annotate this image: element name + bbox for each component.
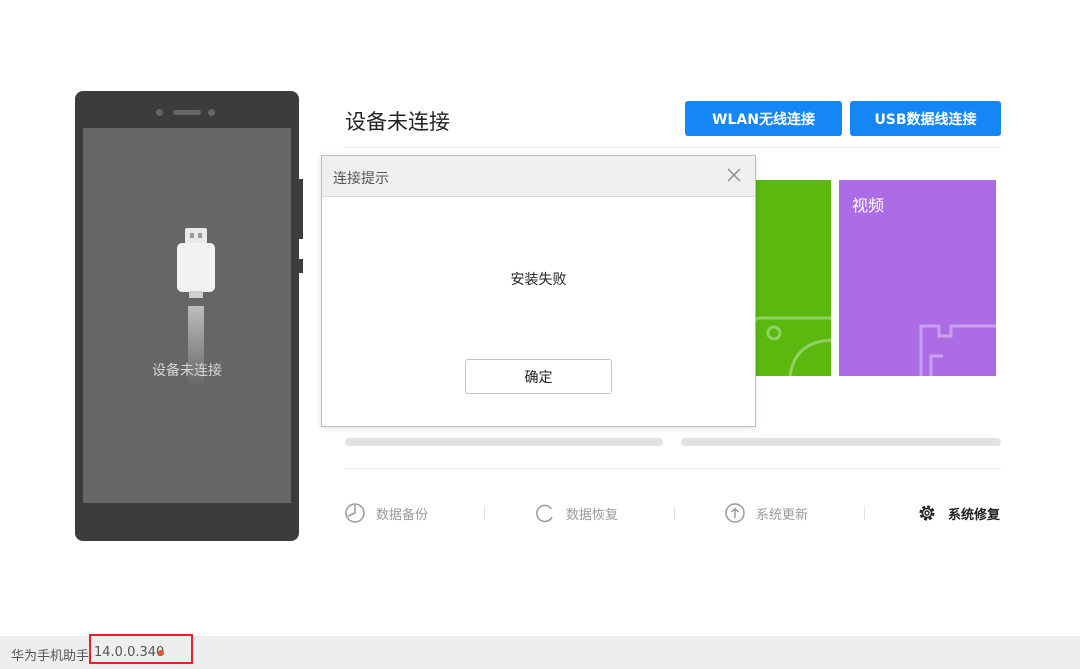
usb-connect-button[interactable]: USB数据线连接 — [850, 101, 1001, 136]
loading-placeholder-bar — [681, 438, 1001, 446]
phone-illustration: 设备未连接 — [75, 91, 303, 541]
phone-status-text: 设备未连接 — [152, 363, 222, 379]
system-repair-action[interactable]: 系统修复 — [916, 500, 1000, 526]
phone-power-button — [299, 259, 303, 273]
dialog-ok-button[interactable]: 确定 — [465, 359, 612, 394]
close-icon[interactable] — [725, 166, 743, 184]
video-decoration-icon — [919, 324, 996, 376]
dialog-message: 安装失败 — [510, 272, 567, 288]
refresh-circle-icon — [536, 504, 553, 523]
phone-volume-button — [299, 179, 303, 239]
section-divider — [345, 468, 1001, 469]
app-name: 华为手机助手 — [11, 649, 90, 664]
page-title: 设备未连接 — [345, 110, 450, 134]
data-backup-label: 数据备份 — [376, 507, 429, 523]
usb-plug-icon — [177, 228, 215, 298]
system-update-label: 系统更新 — [756, 507, 809, 523]
loading-placeholder-bar — [345, 438, 663, 446]
action-separator — [674, 506, 675, 520]
data-restore-action[interactable]: 数据恢复 — [534, 500, 618, 526]
data-backup-action[interactable]: 数据备份 — [344, 500, 428, 526]
system-update-action[interactable]: 系统更新 — [724, 500, 808, 526]
phone-sensor — [156, 109, 163, 116]
arrow-up-circle-icon — [725, 503, 745, 523]
header-divider — [345, 147, 1001, 148]
app-version: 14.0.0.340 — [94, 645, 165, 660]
phone-camera — [208, 109, 215, 116]
huawei-hisuite-window: 设备未连接 设备未连接 WLAN无线连接 USB数据线连接 视频 数据备份 数据… — [0, 0, 1080, 669]
system-repair-label: 系统修复 — [948, 507, 1001, 523]
dialog-header: 连接提示 — [322, 156, 755, 197]
action-separator — [484, 506, 485, 520]
gear-icon — [919, 505, 935, 521]
phone-speaker — [173, 110, 201, 115]
data-restore-label: 数据恢复 — [566, 507, 619, 523]
wlan-connect-button[interactable]: WLAN无线连接 — [685, 101, 842, 136]
video-tile[interactable]: 视频 — [839, 180, 996, 376]
clock-pie-icon — [345, 503, 365, 523]
update-dot-icon[interactable] — [158, 650, 164, 656]
phone-screen: 设备未连接 — [83, 128, 291, 503]
action-separator — [864, 506, 865, 520]
dialog-title: 连接提示 — [333, 171, 389, 187]
connection-hint-dialog: 连接提示 安装失败 确定 — [321, 155, 756, 427]
